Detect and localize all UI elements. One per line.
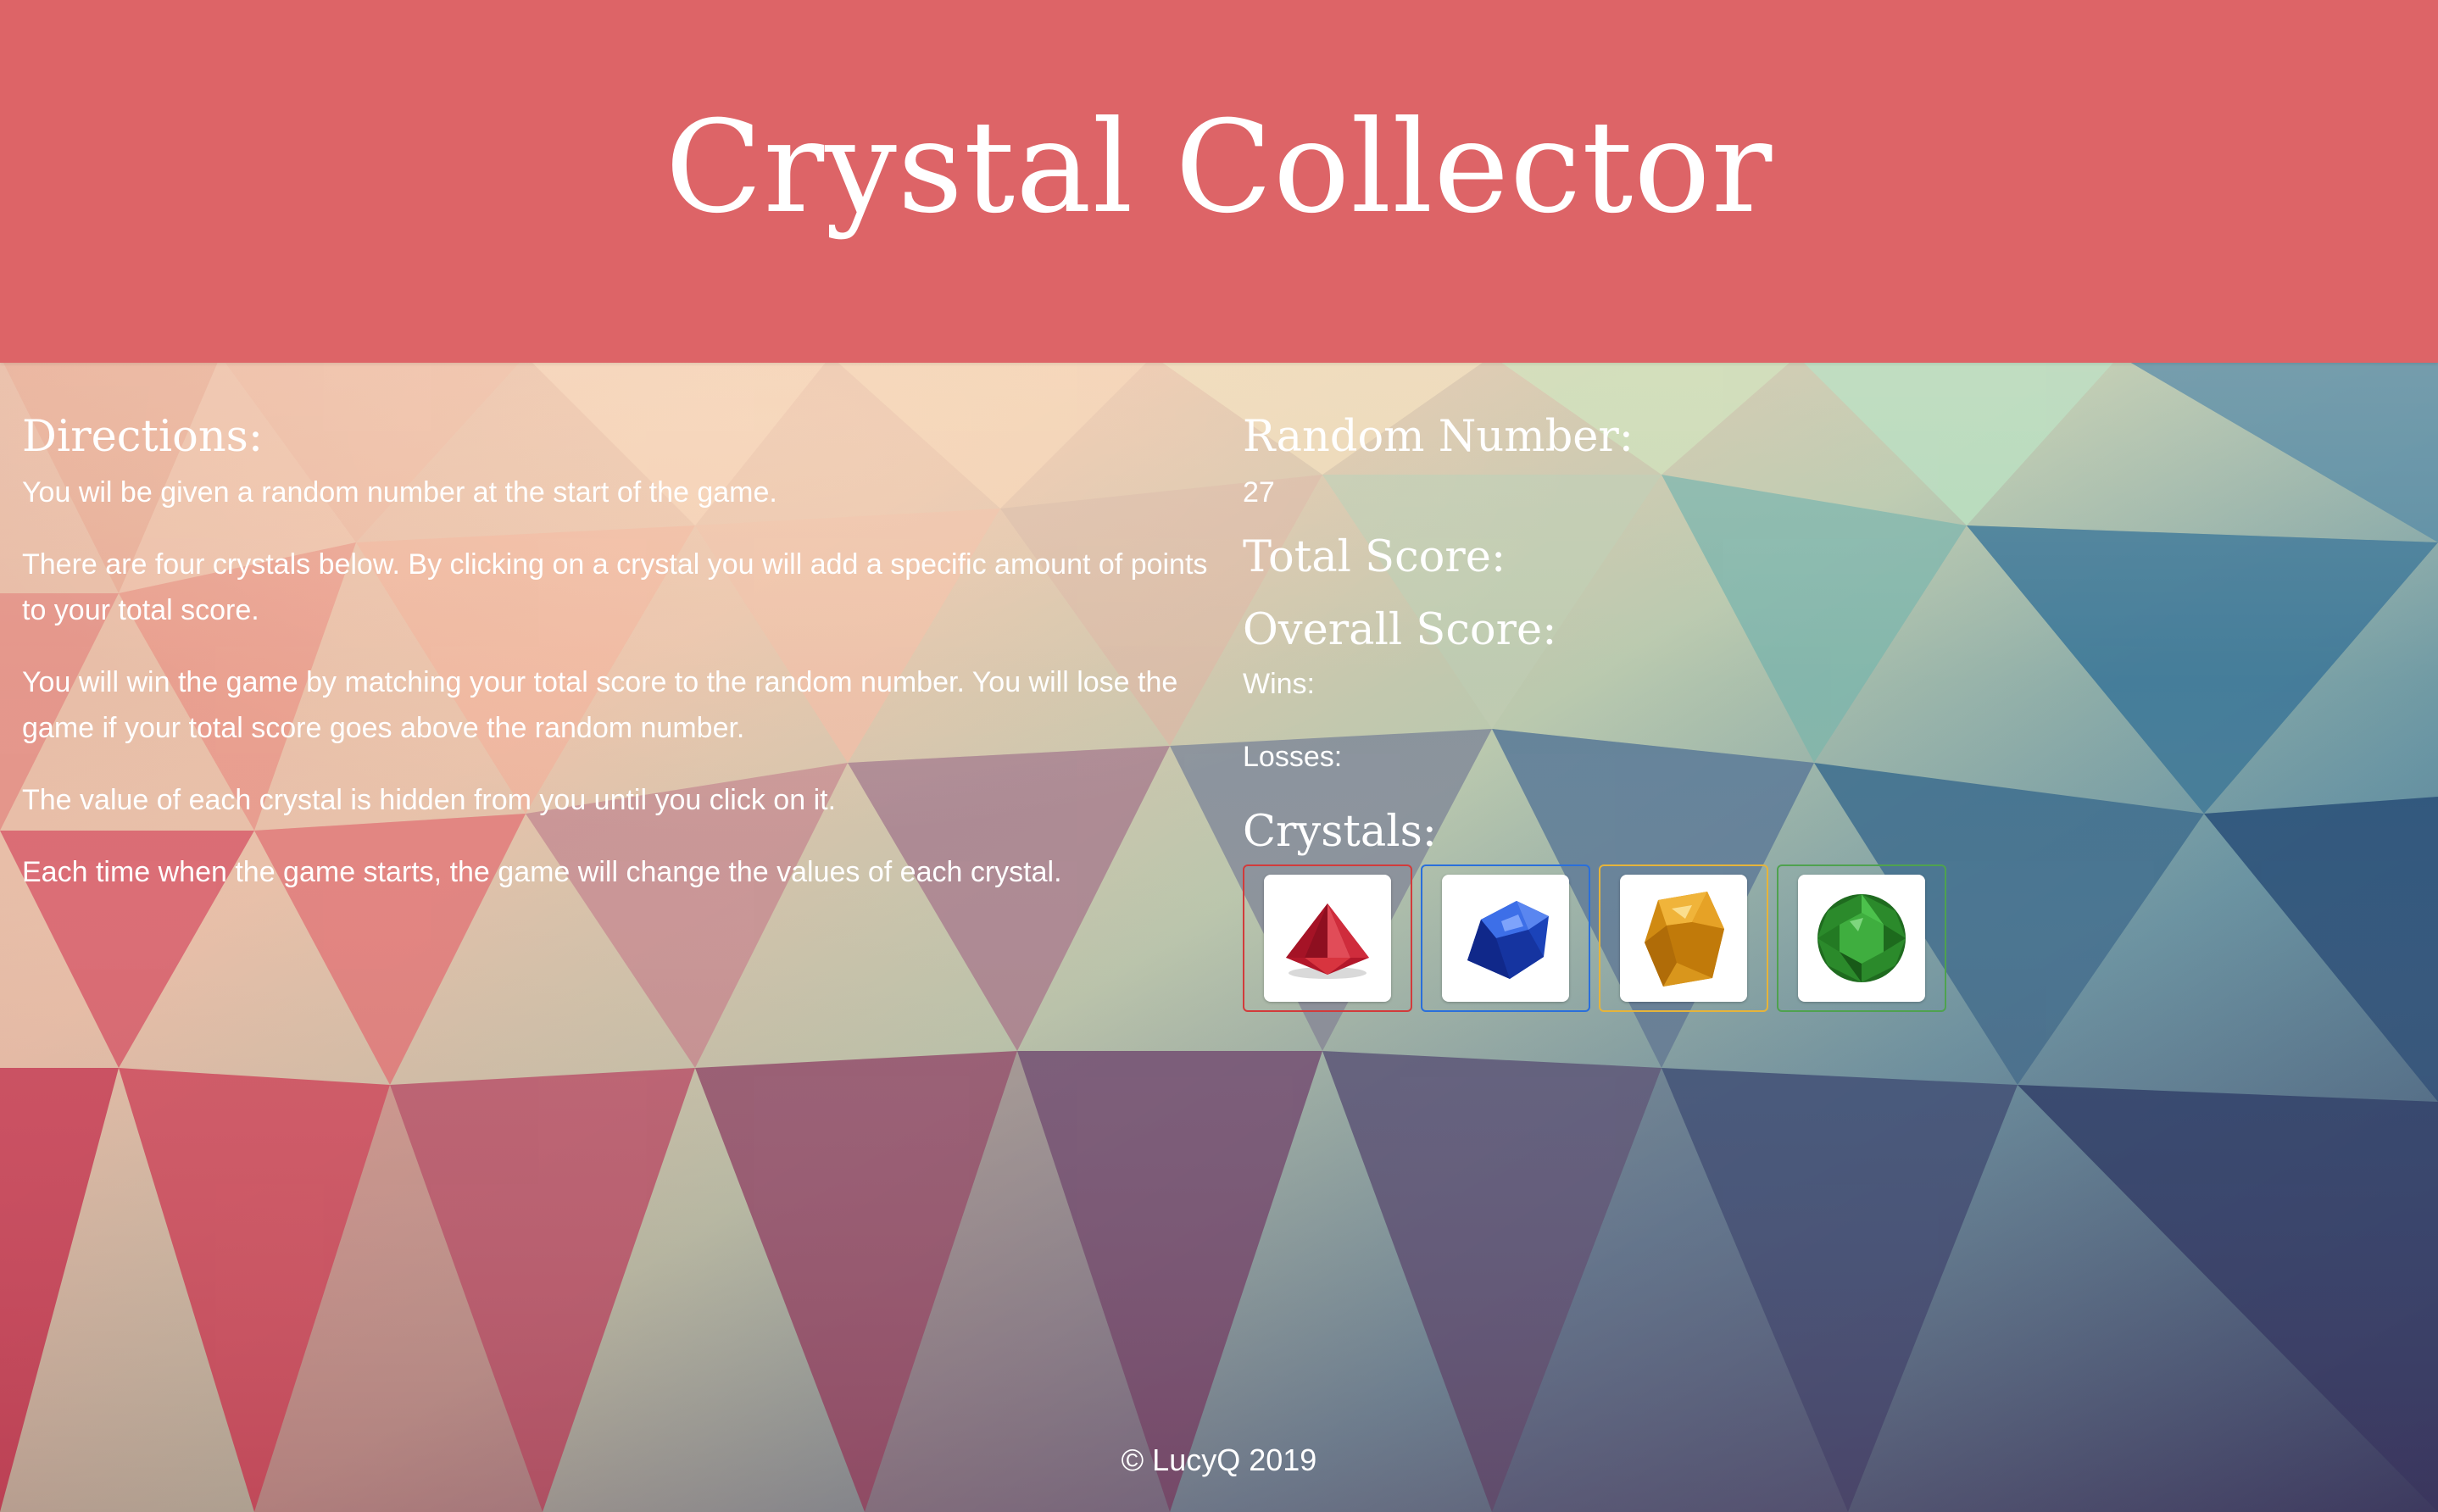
game-panel: Random Number: 27 Total Score: Overall S… xyxy=(1243,412,2175,1012)
random-number-block: Random Number: 27 xyxy=(1243,412,2175,515)
crystal-card xyxy=(1264,875,1391,1002)
losses-row: Losses: xyxy=(1243,734,2175,780)
page-title: Crystal Collector xyxy=(665,94,1773,242)
red-crystal-icon xyxy=(1286,903,1369,979)
crystal-button-green[interactable] xyxy=(1777,864,1946,1012)
crystal-button-yellow[interactable] xyxy=(1599,864,1768,1012)
crystal-card xyxy=(1798,875,1925,1002)
directions-heading: Directions: xyxy=(22,412,264,462)
direction-paragraph: There are four crystals below. By clicki… xyxy=(22,548,1208,626)
green-crystal-icon xyxy=(1817,894,1906,982)
direction-paragraph: The value of each crystal is hidden from… xyxy=(22,784,837,816)
directions-section: Directions: You wil be given a random nu… xyxy=(22,412,1209,921)
losses-label: Losses: xyxy=(1243,741,1343,773)
crystal-button-blue[interactable] xyxy=(1421,864,1590,1012)
direction-paragraph: Each time when the game starts, the game… xyxy=(22,856,1062,888)
random-number-heading: Random Number: xyxy=(1243,412,1634,462)
crystals-heading: Crystals: xyxy=(1243,807,1437,857)
total-score-heading: Total Score: xyxy=(1243,532,1506,582)
direction-paragraph: You will win the game by matching your t… xyxy=(22,666,1178,744)
overall-score-block: Overall Score: Wins: Losses: xyxy=(1243,605,2175,780)
blue-crystal-icon xyxy=(1467,901,1549,979)
wins-label: Wins: xyxy=(1243,668,1315,700)
wins-row: Wins: xyxy=(1243,661,2175,707)
overall-score-heading: Overall Score: xyxy=(1243,605,1557,655)
random-number-value: 27 xyxy=(1243,476,1275,509)
footer-copyright: © LucyQ 2019 xyxy=(1121,1443,1317,1477)
crystals-row xyxy=(1243,864,2175,1012)
crystal-button-red[interactable] xyxy=(1243,864,1412,1012)
direction-paragraph: You wil be given a random number at the … xyxy=(22,476,777,509)
total-score-block: Total Score: xyxy=(1243,532,2175,583)
crystal-card xyxy=(1620,875,1747,1002)
yellow-crystal-icon xyxy=(1645,892,1724,987)
crystal-card xyxy=(1442,875,1569,1002)
page-header: Crystal Collector xyxy=(0,0,2438,363)
crystals-block: Crystals: xyxy=(1243,807,2175,1012)
